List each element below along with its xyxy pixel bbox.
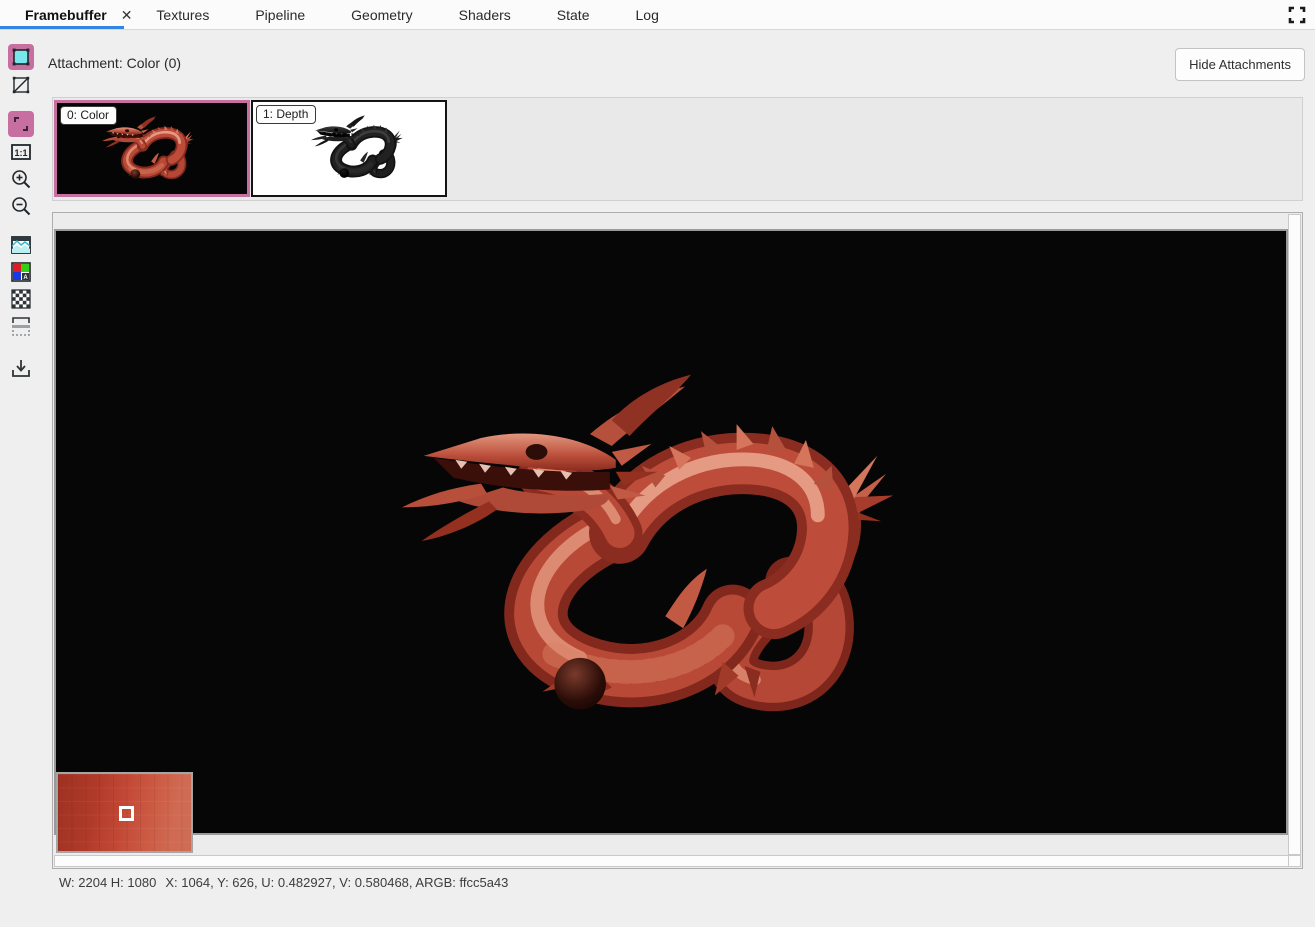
thumbnail-color-attachment[interactable]: 0: Color (54, 100, 250, 197)
thumbnail-depth-badge: 1: Depth (256, 105, 316, 124)
close-tab-icon[interactable]: ✕ (121, 8, 133, 22)
tab-geometry[interactable]: Geometry (351, 7, 412, 23)
thumbnail-color-badge: 0: Color (60, 106, 117, 125)
status-bar: W: 2204 H: 1080 X: 1064, Y: 626, U: 0.48… (59, 875, 508, 890)
vertical-scrollbar[interactable] (1288, 214, 1301, 855)
attachment-bounds-icon[interactable] (8, 44, 34, 70)
scrollbar-corner (1288, 855, 1301, 867)
pixel-info: X: 1064, Y: 626, U: 0.482927, V: 0.58046… (165, 875, 508, 890)
dragon-render (386, 356, 901, 734)
svg-text:A: A (23, 275, 28, 281)
framebuffer-viewer[interactable] (52, 212, 1303, 869)
active-tab-underline (0, 26, 124, 29)
tab-framebuffer-label: Framebuffer (25, 7, 107, 23)
checkerboard-icon[interactable] (8, 286, 34, 312)
image-size-info: W: 2204 H: 1080 (59, 875, 156, 890)
tab-pipeline[interactable]: Pipeline (255, 7, 305, 23)
blend-background-icon[interactable] (8, 72, 34, 98)
thumbnail-depth-attachment[interactable]: 1: Depth (251, 100, 447, 197)
tab-state[interactable]: State (557, 7, 590, 23)
actual-size-icon[interactable]: 1:1 (8, 139, 34, 165)
app-window: Framebuffer ✕ Textures Pipeline Geometry… (0, 0, 1315, 927)
horizontal-scrollbar[interactable] (54, 855, 1289, 867)
tab-framebuffer[interactable]: Framebuffer ✕ (25, 7, 144, 23)
zoom-in-icon[interactable] (8, 166, 34, 192)
zoom-out-icon[interactable] (8, 193, 34, 219)
image-preview-icon[interactable] (8, 232, 34, 258)
attachment-strip: 0: Color 1: Depth (52, 97, 1303, 201)
hide-attachments-button[interactable]: Hide Attachments (1175, 48, 1305, 81)
tab-shaders[interactable]: Shaders (459, 7, 511, 23)
tab-textures[interactable]: Textures (156, 7, 209, 23)
tab-log[interactable]: Log (636, 7, 659, 23)
fit-to-window-icon[interactable] (8, 111, 34, 137)
flip-vertical-icon[interactable] (8, 313, 34, 339)
framebuffer-image[interactable] (54, 229, 1288, 835)
fullscreen-icon[interactable] (1288, 6, 1306, 24)
svg-text:1:1: 1:1 (14, 148, 27, 158)
rgba-channels-icon[interactable]: A (8, 259, 34, 285)
tab-bar: Framebuffer ✕ Textures Pipeline Geometry… (0, 0, 1315, 30)
attachment-label: Attachment: Color (0) (48, 55, 181, 71)
save-image-icon[interactable] (8, 355, 34, 381)
magnifier-cursor-pixel (119, 806, 134, 821)
pixel-magnifier (56, 772, 193, 853)
